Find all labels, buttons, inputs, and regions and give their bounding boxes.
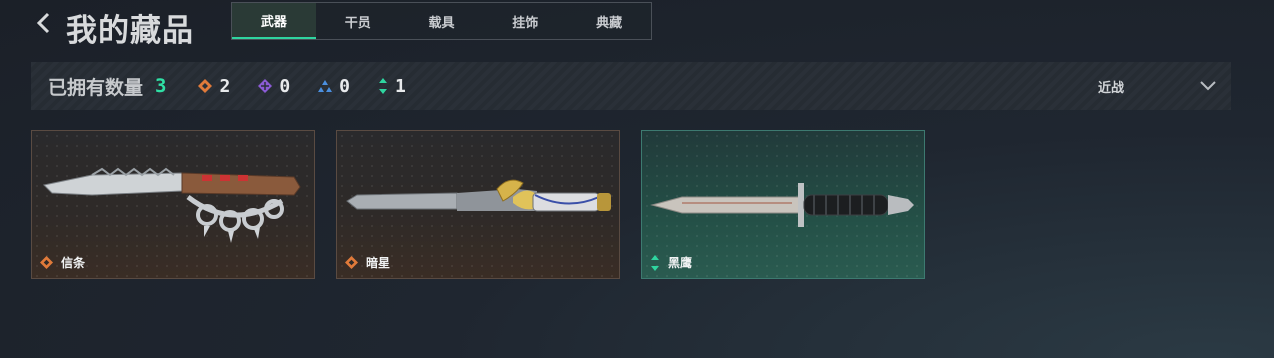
category-tabs: 武器 干员 载具 挂饰 典藏 — [231, 2, 652, 40]
item-name: 暗星 — [366, 256, 391, 270]
filter-label: 近战 — [1097, 79, 1124, 95]
rarity-purple: 0 — [258, 76, 290, 97]
item-card[interactable]: 黑鹰 — [641, 130, 925, 279]
dagger-icon — [650, 183, 914, 227]
rarity-count: 0 — [279, 75, 291, 97]
item-name: 信条 — [61, 256, 86, 270]
summary-bar: 已拥有数量 3 2 0 0 1 近战 — [31, 62, 1231, 110]
chevron-down-icon — [1200, 81, 1216, 91]
item-name: 黑鹰 — [668, 256, 693, 270]
item-name-row: 暗星 — [345, 254, 390, 271]
rarity-count: 0 — [339, 75, 350, 97]
chevron-left-icon — [36, 12, 50, 34]
owned-label: 已拥有数量 — [48, 77, 144, 99]
rarity-blue: 0 — [318, 76, 350, 97]
item-name-row: 信条 — [40, 254, 85, 271]
green-arrows-icon — [379, 78, 387, 94]
rarity-green: 1 — [378, 76, 406, 97]
orange-diamond-icon — [345, 256, 358, 269]
blue-triangle-icon — [318, 80, 333, 92]
owned-count: 3 — [155, 75, 167, 97]
back-button[interactable] — [33, 10, 55, 36]
tab-operators[interactable]: 干员 — [316, 3, 400, 39]
item-name-row: 黑鹰 — [650, 254, 692, 271]
tab-collection[interactable]: 典藏 — [567, 3, 651, 39]
knuckle-knife-icon — [42, 167, 301, 243]
orange-diamond-icon — [198, 79, 213, 93]
rarity-count: 1 — [395, 75, 406, 97]
orange-diamond-icon — [40, 256, 53, 269]
ornate-blade-icon — [346, 179, 611, 212]
rarity-count: 2 — [219, 75, 231, 97]
category-filter-dropdown[interactable]: 近战 — [1098, 62, 1216, 110]
purple-diamond-icon — [258, 79, 273, 93]
page-title: 我的藏品 — [66, 13, 194, 48]
tab-charms[interactable]: 挂饰 — [483, 3, 567, 39]
item-card[interactable]: 暗星 — [336, 130, 620, 279]
tab-vehicles[interactable]: 载具 — [400, 3, 484, 39]
tab-weapons[interactable]: 武器 — [232, 3, 316, 39]
item-card[interactable]: 信条 — [31, 130, 315, 279]
green-arrows-icon — [651, 254, 659, 271]
header: 我的藏品 武器 干员 载具 挂饰 典藏 — [0, 0, 1274, 52]
rarity-orange: 2 — [198, 76, 230, 97]
